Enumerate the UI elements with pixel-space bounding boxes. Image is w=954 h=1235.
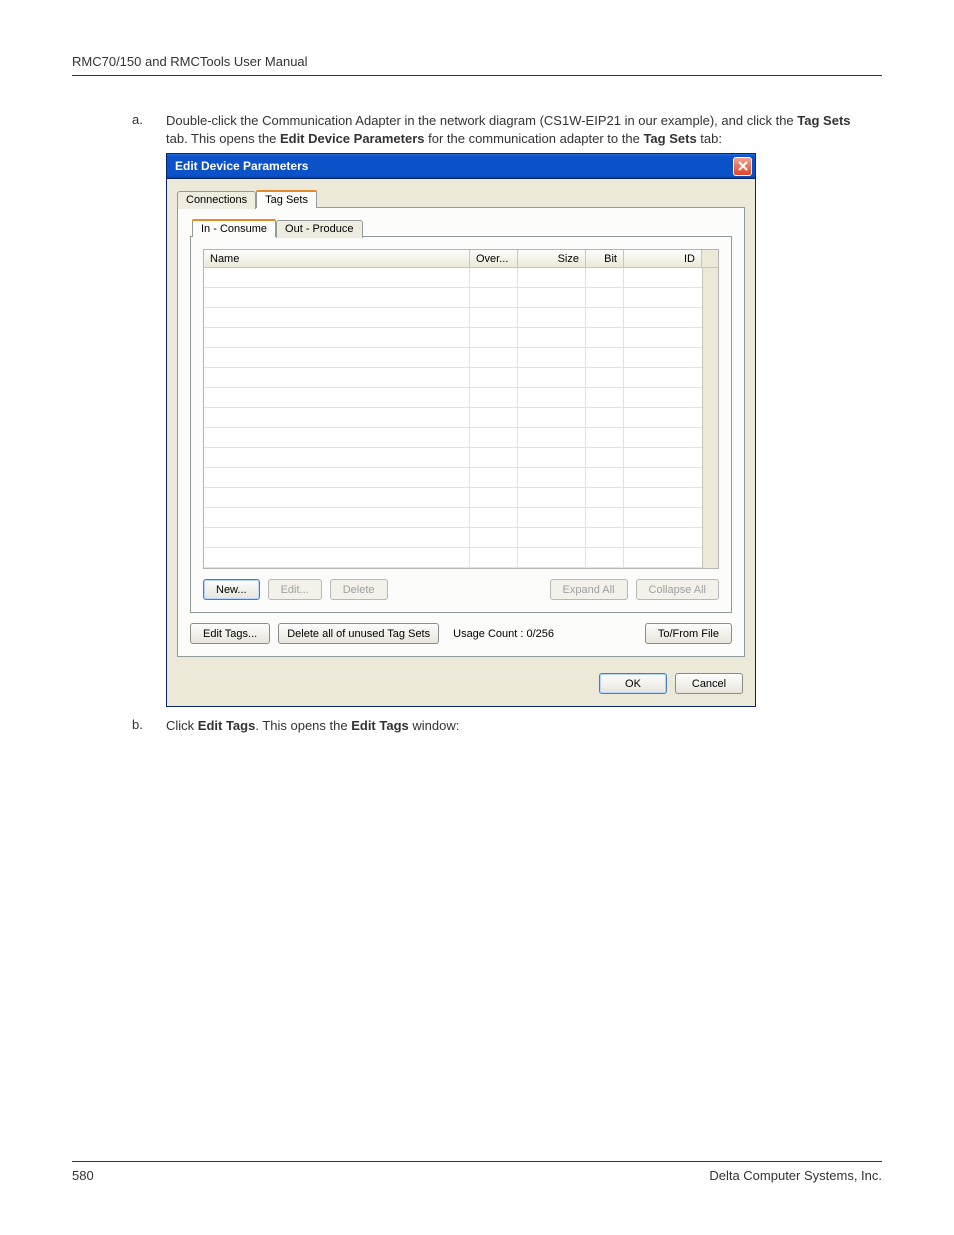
step-b-t2: . This opens the bbox=[255, 718, 351, 733]
grid-button-row: New... Edit... Delete Expand All Collaps… bbox=[203, 579, 719, 600]
collapse-all-button[interactable]: Collapse All bbox=[636, 579, 719, 600]
table-row bbox=[204, 548, 702, 568]
tagset-grid[interactable]: Name Over... Size Bit ID bbox=[203, 249, 719, 569]
outer-tabstrip: Connections Tag Sets bbox=[177, 190, 745, 208]
col-bit[interactable]: Bit bbox=[586, 250, 624, 267]
tag-sets-tabpanel: In - Consume Out - Produce Name Over... … bbox=[177, 207, 745, 657]
dialog-footer-buttons: OK Cancel bbox=[167, 663, 755, 706]
step-a-marker: a. bbox=[132, 112, 166, 147]
col-over[interactable]: Over... bbox=[470, 250, 518, 267]
step-a-b3: Tag Sets bbox=[643, 131, 696, 146]
table-row bbox=[204, 488, 702, 508]
step-b-t3: window: bbox=[409, 718, 460, 733]
table-row bbox=[204, 528, 702, 548]
tab-connections[interactable]: Connections bbox=[177, 191, 256, 209]
col-size[interactable]: Size bbox=[518, 250, 586, 267]
step-b-marker: b. bbox=[132, 717, 166, 735]
page-number: 580 bbox=[72, 1168, 94, 1183]
col-scroll-corner bbox=[702, 250, 718, 267]
ok-button[interactable]: OK bbox=[599, 673, 667, 694]
table-row bbox=[204, 408, 702, 428]
cancel-button[interactable]: Cancel bbox=[675, 673, 743, 694]
table-row bbox=[204, 448, 702, 468]
table-row bbox=[204, 508, 702, 528]
dialog-title: Edit Device Parameters bbox=[175, 159, 308, 173]
step-a-b1: Tag Sets bbox=[797, 113, 850, 128]
grid-rows bbox=[204, 268, 702, 568]
in-consume-panel: Name Over... Size Bit ID bbox=[190, 236, 732, 613]
expand-all-button[interactable]: Expand All bbox=[550, 579, 628, 600]
edit-device-parameters-dialog: Edit Device Parameters Connections Tag S… bbox=[166, 153, 756, 707]
dialog-titlebar[interactable]: Edit Device Parameters bbox=[167, 154, 755, 179]
tab-in-consume[interactable]: In - Consume bbox=[192, 219, 276, 237]
table-row bbox=[204, 328, 702, 348]
edit-button[interactable]: Edit... bbox=[268, 579, 322, 600]
edit-tags-button[interactable]: Edit Tags... bbox=[190, 623, 270, 644]
table-row bbox=[204, 468, 702, 488]
table-row bbox=[204, 428, 702, 448]
step-b: b. Click Edit Tags. This opens the Edit … bbox=[132, 717, 872, 735]
step-a-t3: for the communication adapter to the bbox=[424, 131, 643, 146]
to-from-file-button[interactable]: To/From File bbox=[645, 623, 732, 644]
grid-header: Name Over... Size Bit ID bbox=[204, 250, 718, 268]
table-row bbox=[204, 348, 702, 368]
step-a-b2: Edit Device Parameters bbox=[280, 131, 425, 146]
tagset-button-row: Edit Tags... Delete all of unused Tag Se… bbox=[190, 623, 732, 644]
tab-tag-sets[interactable]: Tag Sets bbox=[256, 190, 317, 208]
step-b-b2: Edit Tags bbox=[351, 718, 409, 733]
header-rule bbox=[72, 75, 882, 76]
footer-company: Delta Computer Systems, Inc. bbox=[709, 1168, 882, 1183]
page-footer: 580 Delta Computer Systems, Inc. bbox=[72, 1161, 882, 1183]
table-row bbox=[204, 268, 702, 288]
delete-unused-button[interactable]: Delete all of unused Tag Sets bbox=[278, 623, 439, 644]
step-a-t1: Double-click the Communication Adapter i… bbox=[166, 113, 797, 128]
step-b-t1: Click bbox=[166, 718, 198, 733]
page-header: RMC70/150 and RMCTools User Manual bbox=[72, 54, 882, 75]
col-name[interactable]: Name bbox=[204, 250, 470, 267]
step-a-t2: tab. This opens the bbox=[166, 131, 280, 146]
close-icon[interactable] bbox=[733, 157, 752, 176]
tab-out-produce[interactable]: Out - Produce bbox=[276, 220, 362, 238]
step-a-text: Double-click the Communication Adapter i… bbox=[166, 112, 872, 147]
table-row bbox=[204, 308, 702, 328]
step-b-text: Click Edit Tags. This opens the Edit Tag… bbox=[166, 717, 459, 735]
step-b-b1: Edit Tags bbox=[198, 718, 256, 733]
table-row bbox=[204, 388, 702, 408]
step-a-t4: tab: bbox=[697, 131, 722, 146]
table-row bbox=[204, 288, 702, 308]
inner-tabstrip: In - Consume Out - Produce bbox=[192, 219, 732, 237]
delete-button[interactable]: Delete bbox=[330, 579, 388, 600]
footer-rule bbox=[72, 1161, 882, 1162]
usage-count-label: Usage Count : 0/256 bbox=[453, 628, 554, 640]
grid-vscrollbar[interactable] bbox=[702, 268, 718, 568]
col-id[interactable]: ID bbox=[624, 250, 702, 267]
table-row bbox=[204, 368, 702, 388]
new-button[interactable]: New... bbox=[203, 579, 260, 600]
step-a: a. Double-click the Communication Adapte… bbox=[132, 112, 872, 147]
